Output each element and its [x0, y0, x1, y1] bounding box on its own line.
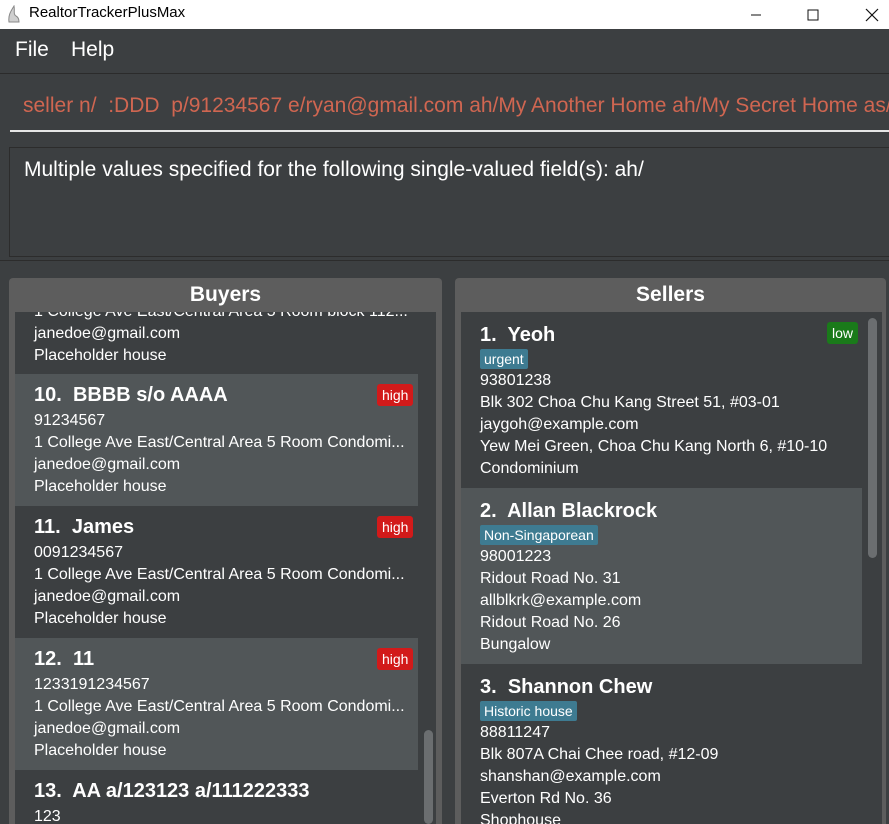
list-item[interactable]: 1 College Ave East/Central Area 5 Room b… — [15, 312, 418, 374]
list-item[interactable]: 11. James high 0091234567 1 College Ave … — [15, 506, 418, 638]
buyer-house: Placeholder house — [34, 347, 167, 364]
minimize-button[interactable] — [733, 0, 779, 29]
priority-badge: high — [377, 516, 414, 538]
buyer-phone: 91234567 — [34, 412, 106, 429]
buyer-email: janedoe@gmail.com — [34, 325, 181, 342]
seller-email: shanshan@example.com — [480, 768, 661, 785]
result-message: Multiple values specified for the follow… — [24, 158, 644, 181]
menu-bar: File Help — [0, 29, 889, 74]
command-input[interactable] — [10, 84, 889, 128]
list-item[interactable]: 13. AA a/123123 a/111222333 123 — [15, 770, 418, 824]
buyer-address: 1 College Ave East/Central Area 5 Room b… — [34, 312, 408, 321]
seller-name: 3. Shannon Chew — [480, 676, 653, 698]
seller-email: allblkrk@example.com — [480, 592, 642, 609]
seller-name: 2. Allan Blackrock — [480, 500, 658, 522]
buyer-address: 1 College Ave East/Central Area 5 Room C… — [34, 698, 405, 715]
priority-badge: high — [377, 648, 414, 670]
priority-badge: high — [377, 384, 414, 406]
buyer-name: 13. AA a/123123 a/111222333 — [34, 780, 310, 802]
buyer-address: 1 College Ave East/Central Area 5 Room C… — [34, 566, 405, 583]
buyer-house: Placeholder house — [34, 742, 167, 759]
seller-phone: 93801238 — [480, 372, 552, 389]
buyer-email: janedoe@gmail.com — [34, 456, 181, 473]
sellers-scroll-thumb[interactable] — [868, 318, 877, 558]
result-display: Multiple values specified for the follow… — [9, 147, 889, 257]
buyers-list[interactable]: 1 College Ave East/Central Area 5 Room b… — [15, 312, 436, 824]
split-divider[interactable] — [0, 260, 889, 270]
buyer-email: janedoe@gmail.com — [34, 720, 181, 737]
seller-phone: 98001223 — [480, 548, 552, 565]
command-box — [10, 84, 889, 132]
buyer-name: 11. James — [34, 516, 135, 538]
seller-house-address: Yew Mei Green, Choa Chu Kang North 6, #1… — [480, 438, 828, 455]
menu-file[interactable]: File — [15, 38, 49, 62]
seller-name: 1. Yeoh — [480, 324, 556, 346]
sellers-list[interactable]: 1. Yeoh low urgent 93801238 Blk 302 Choa… — [461, 312, 882, 824]
list-item[interactable]: 3. Shannon Chew Historic house 88811247 … — [461, 664, 862, 824]
seller-tag: urgent — [480, 349, 528, 369]
seller-house-type: Bungalow — [480, 636, 551, 653]
seller-address: Blk 807A Chai Chee road, #12-09 — [480, 746, 719, 763]
window-title: RealtorTrackerPlusMax — [29, 4, 186, 21]
buyers-panel: Buyers 1 College Ave East/Central Area 5… — [9, 278, 442, 824]
seller-house-type: Condominium — [480, 460, 579, 477]
buyer-house: Placeholder house — [34, 478, 167, 495]
buyer-phone: 0091234567 — [34, 544, 123, 561]
buyer-name: 12. 11 — [34, 648, 95, 670]
buyer-house: Placeholder house — [34, 610, 167, 627]
maximize-button[interactable] — [790, 0, 836, 29]
buyer-email: janedoe@gmail.com — [34, 588, 181, 605]
list-item[interactable]: 1. Yeoh low urgent 93801238 Blk 302 Choa… — [461, 312, 862, 488]
menu-help[interactable]: Help — [71, 38, 114, 62]
buyer-address: 1 College Ave East/Central Area 5 Room C… — [34, 434, 405, 451]
sellers-panel: Sellers 1. Yeoh low urgent 93801238 Blk … — [455, 278, 886, 824]
minimize-icon — [751, 14, 761, 15]
seller-address: Ridout Road No. 31 — [480, 570, 621, 587]
close-icon — [865, 8, 879, 21]
list-item[interactable]: 12. 11 high 1233191234567 1 College Ave … — [15, 638, 418, 770]
buyers-scroll-thumb[interactable] — [424, 730, 433, 824]
buyer-name: 10. BBBB s/o AAAA — [34, 384, 228, 406]
seller-house-address: Everton Rd No. 36 — [480, 790, 612, 807]
app-icon — [8, 5, 20, 23]
seller-email: jaygoh@example.com — [480, 416, 639, 433]
list-item[interactable]: 10. BBBB s/o AAAA high 91234567 1 Colleg… — [15, 374, 418, 506]
buyer-phone: 1233191234567 — [34, 676, 150, 693]
sellers-scrollbar[interactable] — [864, 312, 880, 824]
seller-house-address: Ridout Road No. 26 — [480, 614, 621, 631]
seller-tag: Historic house — [480, 701, 577, 721]
close-button[interactable] — [849, 0, 889, 29]
seller-phone: 88811247 — [480, 724, 550, 741]
seller-tag: Non-Singaporean — [480, 525, 598, 545]
maximize-icon — [807, 9, 819, 20]
buyers-scrollbar[interactable] — [420, 312, 436, 824]
seller-address: Blk 302 Choa Chu Kang Street 51, #03-01 — [480, 394, 780, 411]
title-bar: RealtorTrackerPlusMax — [0, 0, 889, 29]
list-item[interactable]: 2. Allan Blackrock Non-Singaporean 98001… — [461, 488, 862, 664]
sellers-title: Sellers — [636, 283, 705, 306]
priority-badge: low — [827, 322, 859, 344]
buyers-title: Buyers — [189, 283, 262, 306]
buyer-phone: 123 — [34, 808, 61, 824]
seller-house-type: Shophouse — [480, 812, 561, 824]
